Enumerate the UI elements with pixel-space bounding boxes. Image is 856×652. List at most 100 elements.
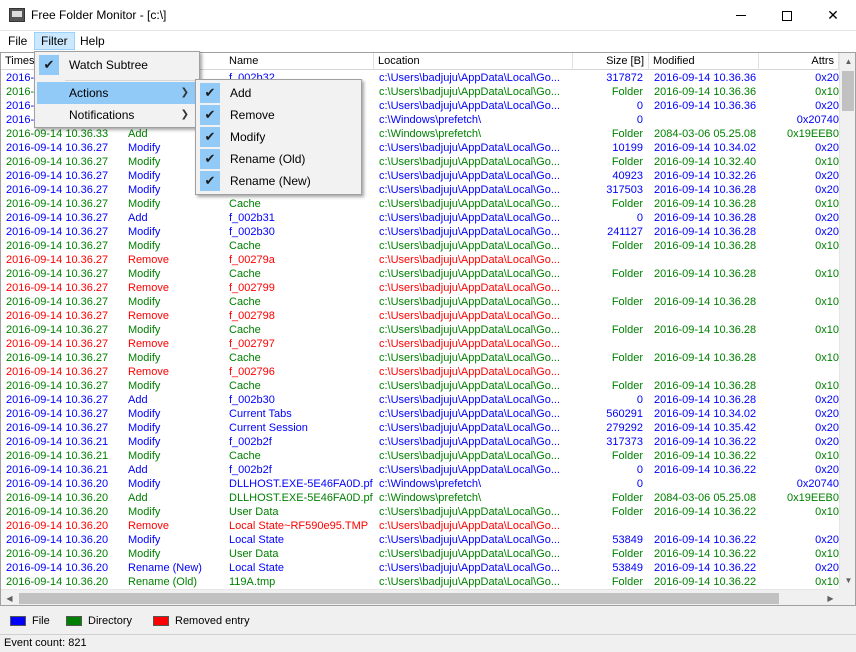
table-row[interactable]: 2016-09-14 10.36.20 Modify User Data c:\Use… (1, 547, 839, 561)
cell-name: Local State (229, 534, 285, 546)
cell-name: f_002797 (229, 338, 275, 350)
close-button[interactable]: ✕ (810, 0, 856, 31)
table-row[interactable]: 2016-09-14 10.36.27 Modify f_002b30 c:\User… (1, 225, 839, 239)
table-row[interactable]: 2016-09-14 10.36.20 Rename (Old) 119A.tmp c… (1, 575, 839, 589)
minimize-button[interactable] (718, 0, 764, 31)
column-name[interactable]: Name (225, 53, 374, 70)
table-row[interactable]: 2016-09-14 10.36.27 Modify Cache c:\Users\b… (1, 267, 839, 281)
scroll-down-icon[interactable]: ▼ (840, 572, 855, 589)
cell-mod: 2016-09-14 10.36.28 (654, 324, 757, 336)
menu-action-modify[interactable]: ✔ Modify (198, 126, 359, 148)
menu-bar: File Filter Help (0, 31, 856, 51)
table-row[interactable]: 2016-09-14 10.36.27 Modify Cache c:\Users\b… (1, 197, 839, 211)
table-row[interactable]: 2016-09-14 10.36.27 Modify c:\Users\badjuj… (1, 155, 839, 169)
menu-action-remove[interactable]: ✔ Remove (198, 104, 359, 126)
table-row[interactable]: 2016-09-14 10.36.27 Remove f_00279a c:\User… (1, 253, 839, 267)
watch-subtree-label: Watch Subtree (69, 58, 148, 72)
menu-notifications[interactable]: Notifications ❯ (37, 104, 197, 126)
vertical-scroll-thumb[interactable] (842, 71, 854, 111)
cell-loc: c:\Users\badjuju\AppData\Local\Go... (379, 534, 560, 546)
table-row[interactable]: 2016-09-14 10.36.27 Modify Cache c:\Users\b… (1, 323, 839, 337)
table-row[interactable]: 2016-09-14 10.36.27 Modify Cache c:\Users\b… (1, 295, 839, 309)
table-row[interactable]: 2016-09-14 10.36.27 Modify Cache c:\Users\b… (1, 379, 839, 393)
scroll-up-icon[interactable]: ▲ (840, 53, 855, 70)
cell-attr: 0x10 (815, 450, 839, 462)
menu-file[interactable]: File (2, 32, 33, 50)
cell-loc: c:\Users\badjuju\AppData\Local\Go... (379, 366, 560, 378)
vertical-scrollbar[interactable]: ▲ ▼ (839, 53, 855, 589)
status-bar: Event count: 821 (0, 634, 856, 652)
cell-ts: 2016-09-14 10.36.27 (6, 282, 109, 294)
table-row[interactable]: 2016-09-14 10.36.27 Remove f_002799 c:\User… (1, 281, 839, 295)
menu-watch-subtree[interactable]: ✔ Watch Subtree (37, 54, 197, 76)
cell-mod: 2016-09-14 10.36.28 (654, 184, 757, 196)
event-list[interactable]: Times Name Location Size [B] Modified At… (0, 52, 856, 606)
menu-help[interactable]: Help (74, 32, 111, 50)
menu-action-rename-old[interactable]: ✔ Rename (Old) (198, 148, 359, 170)
cell-attr (767, 309, 839, 323)
column-modified[interactable]: Modified (649, 53, 759, 70)
table-row[interactable]: 2016-09-14 10.36.21 Add f_002b2f c:\Users\b… (1, 463, 839, 477)
cell-action: Rename (New) (128, 562, 202, 574)
cell-loc: c:\Users\badjuju\AppData\Local\Go... (379, 422, 560, 434)
cell-loc: c:\Users\badjuju\AppData\Local\Go... (379, 156, 560, 168)
horizontal-scrollbar[interactable]: ◀ ▶ (1, 589, 839, 605)
cell-ts: 2016-09-14 10.36.20 (6, 492, 109, 504)
cell-attr: 0x10 (815, 268, 839, 280)
horizontal-scroll-thumb[interactable] (19, 593, 779, 604)
cell-ts: 2016-09-14 10.36.20 (6, 534, 109, 546)
menu-action-add[interactable]: ✔ Add (198, 82, 359, 104)
table-row[interactable]: 2016-09-14 10.36.27 Add f_002b31 c:\Users\b… (1, 211, 839, 225)
menu-actions[interactable]: Actions ❯ (37, 82, 197, 104)
table-row[interactable]: 2016-09-14 10.36.27 Modify c:\Users\badjuj… (1, 183, 839, 197)
actions-label: Actions (69, 86, 109, 100)
table-row[interactable]: 2016-09-14 10.36.20 Remove Local State~RF5… (1, 519, 839, 533)
menu-action-rename-new[interactable]: ✔ Rename (New) (198, 170, 359, 192)
table-row[interactable]: 2016-09-14 10.36.20 Modify DLLHOST.EXE-5E4… (1, 477, 839, 491)
table-row[interactable]: 2016-09-14 10.36.33 Add c:\Windows\prefetc… (1, 127, 839, 141)
table-row[interactable]: 2016-09-14 10.36.27 Modify c:\Users\badjuj… (1, 141, 839, 155)
table-row[interactable]: 2016-09-14 10.36.27 Remove f_002798 c:\User… (1, 309, 839, 323)
cell-mod: 2016-09-14 10.36.22 (654, 534, 757, 546)
column-size[interactable]: Size [B] (573, 53, 649, 70)
cell-attr: 0x20 (815, 212, 839, 224)
table-row[interactable]: 2016-09-14 10.36.27 Add f_002b30 c:\Users\b… (1, 393, 839, 407)
menu-filter[interactable]: Filter (34, 32, 75, 50)
table-row[interactable]: 2016-09-14 10.36.27 Remove f_002797 c:\User… (1, 337, 839, 351)
cell-name: f_002798 (229, 310, 275, 322)
cell-size: Folder (611, 156, 643, 168)
cell-mod (654, 281, 764, 295)
cell-loc: c:\Users\badjuju\AppData\Local\Go... (379, 198, 560, 210)
cell-action: Modify (128, 380, 161, 392)
cell-mod (654, 519, 764, 533)
table-row[interactable]: 2016-09-14 10.36.20 Modify User Data c:\Use… (1, 505, 839, 519)
scroll-left-icon[interactable]: ◀ (1, 590, 18, 605)
submenu-arrow-icon: ❯ (180, 87, 189, 98)
table-row[interactable]: 2016-09-14 10.36.27 Modify Cache c:\Users\b… (1, 351, 839, 365)
cell-action: Modify (128, 240, 161, 252)
column-attrs[interactable]: Attrs (759, 53, 839, 70)
table-row[interactable]: 2016-09-14 10.36.20 Rename (New) Local Sta… (1, 561, 839, 575)
table-row[interactable]: 2016-09-14 10.36.27 Remove f_002796 c:\User… (1, 365, 839, 379)
table-row[interactable]: 2016-09-14 10.36.27 Modify c:\Users\badjuj… (1, 169, 839, 183)
scroll-right-icon[interactable]: ▶ (822, 590, 839, 605)
cell-mod (654, 253, 764, 267)
table-row[interactable]: 2016-09-14 10.36.20 Modify Local State c:\U… (1, 533, 839, 547)
maximize-button[interactable] (764, 0, 810, 31)
table-row[interactable]: 2016-09-14 10.36.27 Modify Cache c:\Users\b… (1, 239, 839, 253)
table-row[interactable]: 2016-09-14 10.36.27 Modify Current Session… (1, 421, 839, 435)
cell-action: Remove (128, 520, 169, 532)
cell-ts: 2016-09-14 10.36.27 (6, 142, 109, 154)
cell-action: Modify (128, 198, 161, 210)
column-timestamp[interactable]: Times (1, 53, 36, 70)
table-row[interactable]: 2016-09-14 10.36.20 Add DLLHOST.EXE-5E46FA… (1, 491, 839, 505)
table-row[interactable]: 2016-09-14 10.36.21 Modify Cache c:\Users\b… (1, 449, 839, 463)
column-location[interactable]: Location (374, 53, 573, 70)
cell-size: Folder (611, 380, 643, 392)
cell-loc: c:\Users\badjuju\AppData\Local\Go... (379, 100, 560, 112)
cell-ts: 2016-09-14 10.36.20 (6, 562, 109, 574)
cell-size: 53849 (612, 534, 643, 546)
table-row[interactable]: 2016-09-14 10.36.27 Modify Current Tabs c:\… (1, 407, 839, 421)
table-row[interactable]: 2016-09-14 10.36.21 Modify f_002b2f c:\User… (1, 435, 839, 449)
cell-ts: 2016-09-14 10.36.27 (6, 324, 109, 336)
